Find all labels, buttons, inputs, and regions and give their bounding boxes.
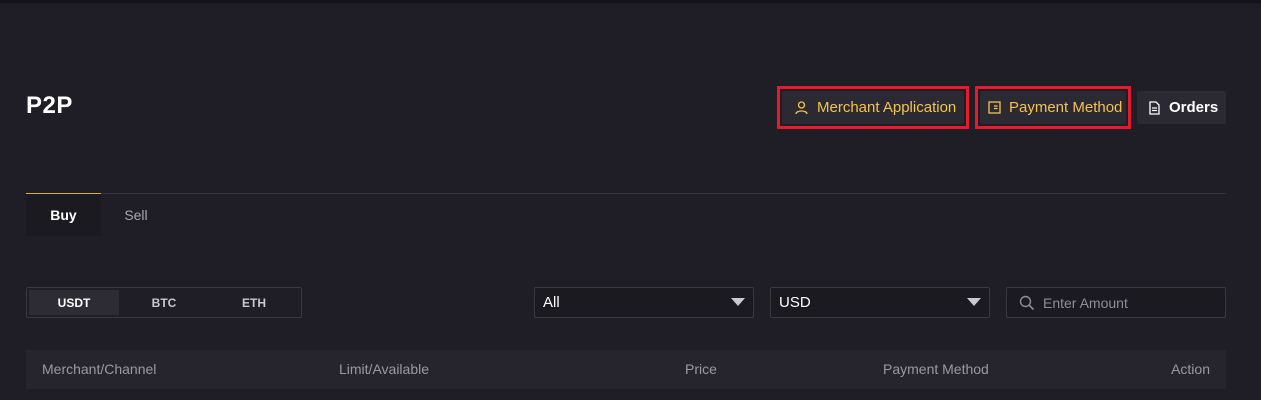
coin-option-eth[interactable]: ETH: [209, 290, 299, 315]
tab-sell-label: Sell: [124, 207, 148, 223]
tab-buy-label: Buy: [50, 207, 77, 223]
merchant-application-label: Merchant Application: [817, 99, 957, 116]
caret-down-icon: [731, 298, 745, 306]
orders-button[interactable]: Orders: [1137, 91, 1226, 124]
column-header-price: Price: [685, 361, 717, 377]
coin-selector: USDT BTC ETH: [26, 287, 302, 318]
top-border: [0, 0, 1261, 3]
page-title: P2P: [26, 92, 73, 119]
tab-buy[interactable]: Buy: [26, 194, 101, 236]
user-icon: [795, 100, 808, 115]
currency-select[interactable]: USD: [770, 287, 990, 318]
amount-input[interactable]: [1041, 293, 1215, 312]
payment-filter-select[interactable]: All: [534, 287, 754, 318]
orders-label: Orders: [1169, 99, 1219, 116]
tabs-divider: [26, 193, 1226, 194]
column-header-merchant: Merchant/Channel: [42, 361, 157, 377]
column-header-limit: Limit/Available: [339, 361, 430, 377]
payment-method-button[interactable]: Payment Method: [980, 91, 1126, 124]
wallet-icon: [988, 101, 1001, 114]
caret-down-icon: [967, 298, 981, 306]
table-header: Merchant/Channel Limit/Available Price P…: [26, 350, 1226, 389]
coin-option-usdt[interactable]: USDT: [29, 290, 119, 315]
search-icon: [1019, 295, 1035, 311]
tab-active-indicator: [26, 193, 101, 194]
currency-value: USD: [779, 294, 811, 311]
column-header-payment-method: Payment Method: [883, 361, 989, 377]
tab-sell[interactable]: Sell: [101, 194, 171, 236]
amount-search: [1006, 287, 1226, 318]
payment-method-label: Payment Method: [1009, 99, 1123, 116]
document-icon: [1149, 100, 1160, 115]
column-header-action: Action: [1171, 361, 1210, 377]
merchant-application-button[interactable]: Merchant Application: [782, 91, 964, 124]
payment-filter-value: All: [543, 294, 560, 311]
coin-option-btc[interactable]: BTC: [119, 290, 209, 315]
